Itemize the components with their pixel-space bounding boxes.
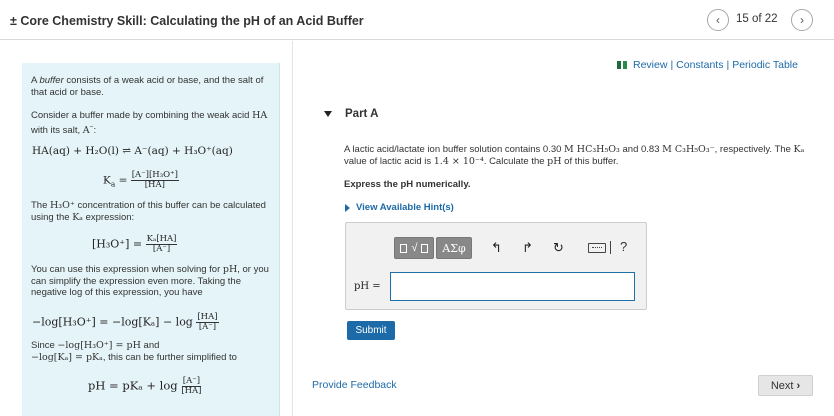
hint-label: View Available Hint(s) xyxy=(356,202,454,213)
h3o-expression: [H₃O⁺] = Kₐ[HA] [A⁻] xyxy=(92,235,178,254)
keyboard-icon[interactable] xyxy=(588,243,606,253)
next-label: Next xyxy=(770,379,794,392)
chevron-right-icon: › xyxy=(800,13,804,27)
intro-text: A buffer consists of a weak acid or base… xyxy=(31,75,273,98)
submit-button[interactable]: Submit xyxy=(347,321,395,340)
consider-text: Consider a buffer made by combining the … xyxy=(31,110,268,136)
use-text: You can use this expression when solving… xyxy=(31,264,273,299)
q-k: Kₐ xyxy=(793,144,805,155)
consider-a: A xyxy=(82,124,90,136)
column-divider xyxy=(292,41,293,416)
ph-label: pH = xyxy=(354,281,381,292)
log-denominator: [A⁻] xyxy=(198,322,217,332)
q-c: , respectively. The xyxy=(714,144,794,155)
next-nav-button[interactable]: › xyxy=(791,9,813,31)
ka-symbol: K xyxy=(103,174,111,187)
question-text: A lactic acid/lactate ion buffer solutio… xyxy=(344,144,814,168)
conc-a: The xyxy=(31,200,51,211)
provide-feedback-link[interactable]: Provide Feedback xyxy=(312,379,397,391)
hint-toggle[interactable]: View Available Hint(s) xyxy=(345,202,454,213)
since-m2: −log[Kₐ] = pKₐ xyxy=(31,351,103,363)
q-val: 1.4 × 10⁻⁴ xyxy=(433,156,484,167)
page-title: ± Core Chemistry Skill: Calculating the … xyxy=(10,14,364,28)
q-m2: M C₃H₅O₃⁻ xyxy=(662,144,715,155)
log-fraction: [HA] [A⁻] xyxy=(196,313,219,332)
consider-mid: with its salt, xyxy=(31,124,83,136)
consider-ha: HA xyxy=(252,110,268,121)
h3o-denominator: [A⁻] xyxy=(152,244,171,254)
prev-button[interactable]: ‹ xyxy=(707,9,729,31)
hh-denominator: [HA] xyxy=(181,386,202,396)
log-lhs: −log[H₃O⁺] = −log[Kₐ] − log xyxy=(32,315,193,329)
consider-end: : xyxy=(93,124,97,136)
review-link[interactable]: Review xyxy=(633,59,667,71)
q-d: value of lactic acid is xyxy=(344,156,434,167)
part-title: Part A xyxy=(345,108,379,120)
help-button[interactable]: ? xyxy=(620,239,627,254)
page-indicator: 15 of 22 xyxy=(736,13,778,25)
q-b: and 0.83 xyxy=(619,144,663,155)
intro-panel: A buffer consists of a weak acid or base… xyxy=(22,63,280,416)
hh-fraction: [A⁻] [HA] xyxy=(181,377,201,396)
ph-answer-input[interactable] xyxy=(390,272,635,301)
since-c: , this can be further simplified to xyxy=(102,351,237,363)
ka-expression: Ka = [A⁻][H₃O⁺] [HA] xyxy=(103,170,179,190)
hh-lhs: pH = pKₐ + log xyxy=(88,378,178,393)
q-a: A lactic acid/lactate ion buffer solutio… xyxy=(344,144,565,155)
q-f: of this buffer. xyxy=(561,156,619,167)
collapse-part-icon[interactable] xyxy=(324,111,332,117)
conc-text: The H₃O⁺ concentration of this buffer ca… xyxy=(31,200,273,223)
conc-k: Kₐ xyxy=(72,211,83,223)
h3o-fraction: Kₐ[HA] [A⁻] xyxy=(145,235,178,254)
templates-button[interactable]: √ xyxy=(394,237,434,259)
keyboard-divider xyxy=(610,241,611,254)
since-a: Since xyxy=(31,340,58,351)
h3o-lhs: [H₃O⁺] = xyxy=(92,237,146,251)
intro-em: buffer xyxy=(39,75,64,86)
next-button[interactable]: Next › xyxy=(758,375,813,396)
books-icon xyxy=(617,61,628,69)
q-e: . Calculate the xyxy=(483,156,548,167)
henderson-equation: pH = pKₐ + log [A⁻] [HA] xyxy=(88,377,201,396)
answer-panel: √ ΑΣφ ↰ ↱ ↻ ? pH = xyxy=(345,222,647,310)
log-expression: −log[H₃O⁺] = −log[Kₐ] − log [HA] [A⁻] xyxy=(32,313,219,332)
use-ph: pH xyxy=(222,264,238,275)
chevron-left-icon: ‹ xyxy=(716,13,720,27)
use-a: You can use this expression when solving… xyxy=(31,264,223,275)
q-m1: M HC₃H₅O₃ xyxy=(564,144,620,155)
greek-symbols-button[interactable]: ΑΣφ xyxy=(436,237,472,259)
ka-denominator: [HA] xyxy=(144,180,165,190)
chevron-right-icon: › xyxy=(796,379,801,392)
consider-prefix: Consider a buffer made by combining the … xyxy=(31,110,253,121)
periodic-table-link[interactable]: Periodic Table xyxy=(732,59,798,71)
top-bar: ± Core Chemistry Skill: Calculating the … xyxy=(0,0,834,40)
instruction-text: Express the pH numerically. xyxy=(344,179,471,190)
conc-ion: H₃O⁺ xyxy=(50,200,75,211)
since-b: and xyxy=(140,340,160,351)
redo-icon[interactable]: ↱ xyxy=(522,240,533,256)
since-text: Since −log[H₃O⁺] = pH and −log[Kₐ] = pKₐ… xyxy=(31,340,273,363)
conc-c: expression: xyxy=(82,211,135,223)
intro-suffix: consists of a weak acid or base, and the… xyxy=(31,75,264,98)
resource-links: Review | Constants | Periodic Table xyxy=(617,59,798,71)
q-ph: pH xyxy=(547,156,562,167)
reset-icon[interactable]: ↻ xyxy=(553,240,564,256)
separator: | xyxy=(726,59,730,71)
since-m1: −log[H₃O⁺] = pH xyxy=(57,340,141,351)
separator: | xyxy=(670,59,674,71)
ka-fraction: [A⁻][H₃O⁺] [HA] xyxy=(130,171,179,190)
constants-link[interactable]: Constants xyxy=(676,59,723,71)
undo-icon[interactable]: ↰ xyxy=(491,240,502,256)
hint-caret-icon xyxy=(345,203,350,212)
equilibrium-equation: HA(aq) + H₂O(l) ⇌ A⁻(aq) + H₃O⁺(aq) xyxy=(32,145,233,157)
